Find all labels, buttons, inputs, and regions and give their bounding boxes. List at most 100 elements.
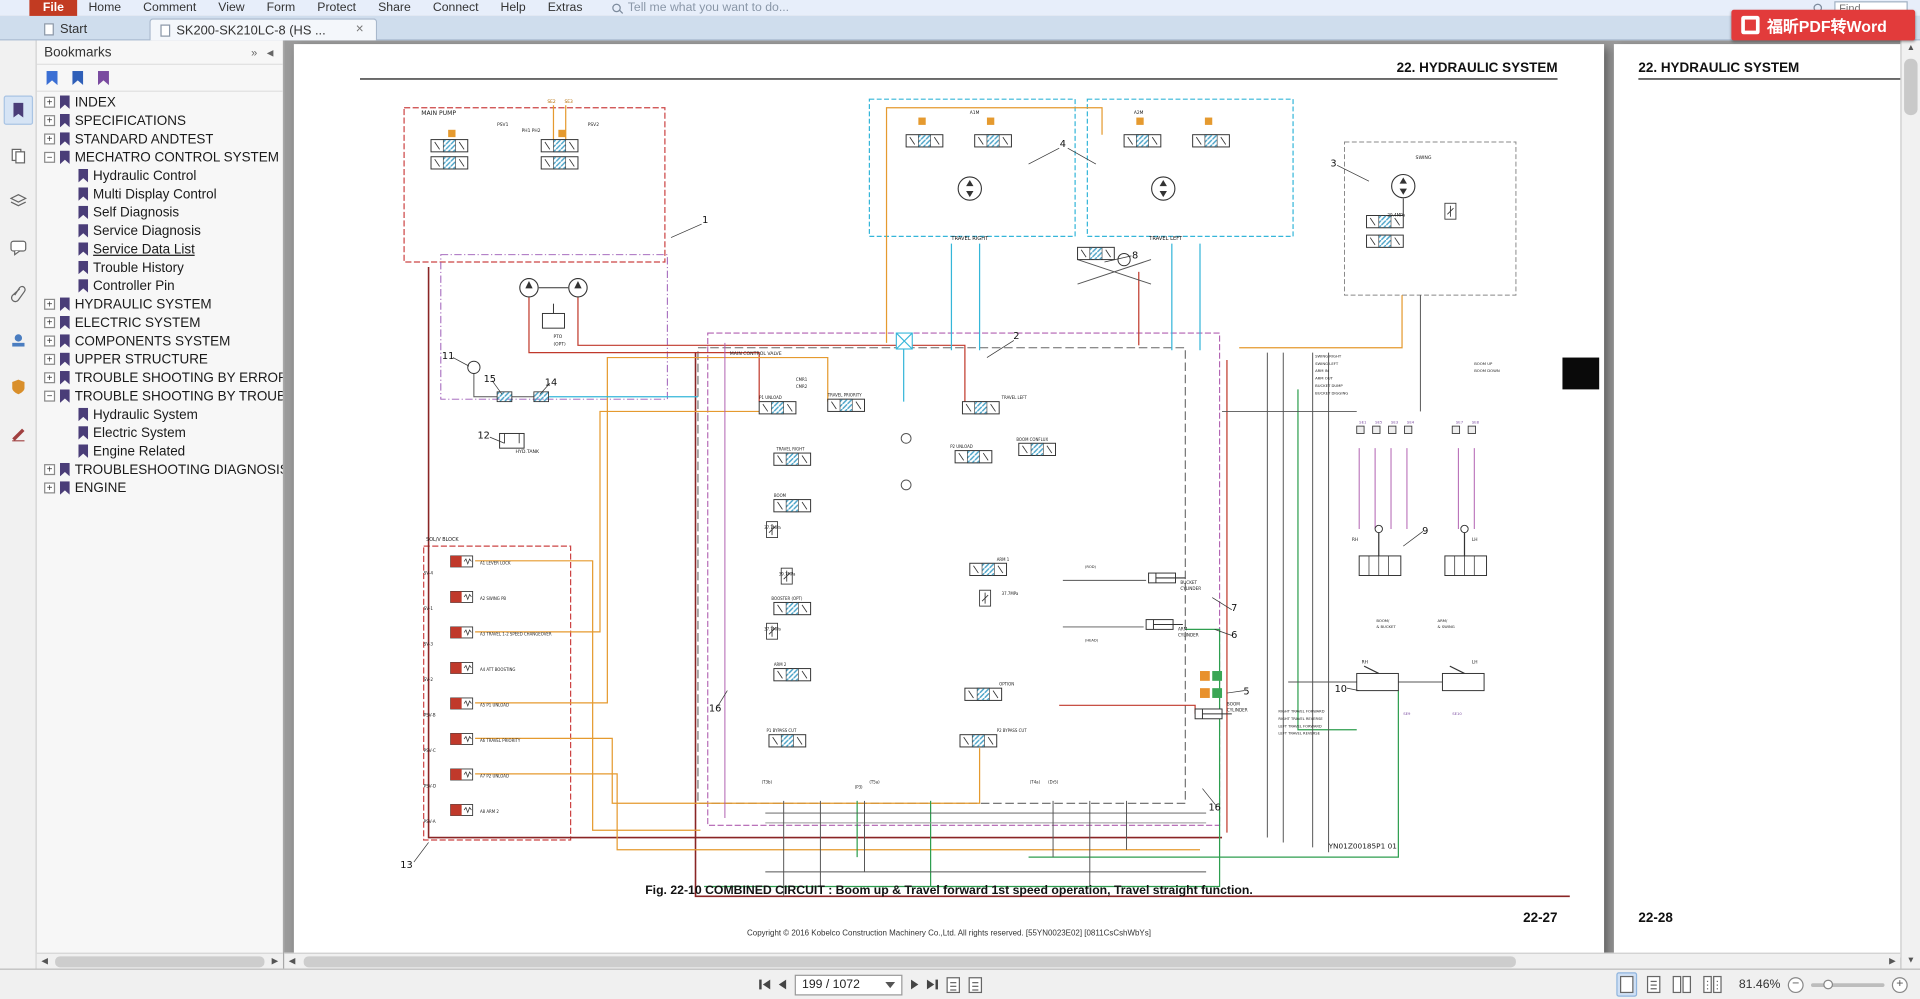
diagram-callout: 5 — [1243, 686, 1249, 697]
scroll-thumb[interactable] — [304, 956, 1516, 967]
file-menu[interactable]: File — [29, 0, 77, 16]
expand-current-bookmark-icon[interactable] — [47, 70, 58, 85]
document-hscrollbar[interactable]: ◀ ▶ — [284, 953, 1900, 969]
menu-extras[interactable]: Extras — [537, 0, 594, 16]
bookmark-item[interactable]: +HYDRAULIC SYSTEM — [37, 295, 283, 313]
scroll-left-icon[interactable]: ◀ — [284, 956, 300, 966]
expand-node-icon[interactable]: + — [44, 97, 55, 108]
bookmark-item[interactable]: +ENGINE — [37, 479, 283, 497]
first-page-button[interactable] — [759, 980, 770, 990]
bookmark-item[interactable]: Service Data List — [37, 240, 283, 258]
zoom-slider-thumb[interactable] — [1823, 979, 1833, 989]
bookmark-icon — [60, 371, 70, 384]
expand-node-icon[interactable]: + — [44, 133, 55, 144]
expand-node-icon[interactable]: + — [44, 317, 55, 328]
scroll-thumb[interactable] — [55, 956, 264, 967]
menu-view[interactable]: View — [207, 0, 255, 16]
bookmark-item[interactable]: Hydraulic System — [37, 405, 283, 423]
diagram-label: P1 BYPASS CUT — [767, 728, 797, 733]
diagram-label: RH — [1362, 660, 1368, 666]
facing-view-icon[interactable] — [1670, 973, 1693, 995]
collapse-panel-icon[interactable]: ◄ — [265, 46, 276, 58]
menu-share[interactable]: Share — [367, 0, 422, 16]
bookmark-label: Self Diagnosis — [93, 205, 179, 220]
page-number-input[interactable]: 199 / 1072 — [795, 974, 903, 995]
scroll-left-icon[interactable]: ◀ — [37, 956, 53, 966]
bookmark-item[interactable]: Electric System — [37, 424, 283, 442]
expand-node-icon[interactable]: + — [44, 115, 55, 126]
sidebar-stamps-icon[interactable] — [4, 326, 33, 355]
next-view-icon[interactable] — [969, 977, 982, 993]
menu-comment[interactable]: Comment — [132, 0, 207, 16]
scroll-right-icon[interactable]: ▶ — [267, 956, 283, 966]
bookmark-item[interactable]: Trouble History — [37, 258, 283, 276]
next-page-button[interactable] — [911, 980, 918, 990]
sidebar-attachments-icon[interactable] — [4, 279, 33, 308]
last-page-button[interactable] — [927, 980, 938, 990]
bookmark-options-icon[interactable] — [98, 70, 109, 85]
sidebar-comments-icon[interactable] — [4, 233, 33, 262]
scroll-down-icon[interactable]: ▼ — [1902, 953, 1920, 969]
menu-connect[interactable]: Connect — [422, 0, 490, 16]
bookmark-item[interactable]: Self Diagnosis — [37, 203, 283, 221]
scroll-thumb[interactable] — [1904, 59, 1917, 115]
assistant-search[interactable]: Tell me what you want to do... — [611, 1, 789, 14]
collapse-node-icon[interactable]: − — [44, 391, 55, 402]
bookmark-item[interactable]: Controller Pin — [37, 277, 283, 295]
zoom-out-button[interactable]: − — [1788, 977, 1804, 993]
zoom-in-button[interactable]: + — [1892, 977, 1908, 993]
zoom-slider[interactable] — [1811, 983, 1884, 987]
bookmark-item[interactable]: Multi Display Control — [37, 185, 283, 203]
sidebar-bookmarks-icon[interactable] — [4, 96, 33, 125]
bookmark-item[interactable]: +TROUBLESHOOTING DIAGNOSIS MODE — [37, 460, 283, 478]
bookmarks-hscrollbar[interactable]: ◀ ▶ — [37, 953, 283, 969]
single-page-view-icon[interactable] — [1616, 972, 1637, 996]
continuous-view-icon[interactable] — [1644, 973, 1662, 995]
circuit-boundaries — [404, 99, 1516, 840]
new-bookmark-icon[interactable] — [72, 70, 83, 85]
tab-document[interactable]: SK200-SK210LC-8 (HS ... × — [149, 18, 377, 40]
bookmark-item[interactable]: +TROUBLE SHOOTING BY ERROR CODE — [37, 369, 283, 387]
menu-help[interactable]: Help — [489, 0, 536, 16]
bookmark-item[interactable]: Engine Related — [37, 442, 283, 460]
section-edge-marker — [1562, 358, 1599, 390]
close-tab-icon[interactable]: × — [353, 23, 366, 36]
bookmark-item[interactable]: +INDEX — [37, 93, 283, 111]
collapse-node-icon[interactable]: − — [44, 152, 55, 163]
sidebar-signature-icon[interactable] — [4, 419, 33, 448]
bookmark-item[interactable]: +UPPER STRUCTURE — [37, 350, 283, 368]
document-canvas[interactable]: 22. HYDRAULIC SYSTEM — [284, 40, 1900, 968]
diagram-label: BOOM DOWN — [1474, 368, 1500, 373]
scroll-right-icon[interactable]: ▶ — [1884, 956, 1900, 966]
expand-node-icon[interactable]: + — [44, 372, 55, 383]
menu-form[interactable]: Form — [256, 0, 307, 16]
bookmark-item[interactable]: +ELECTRIC SYSTEM — [37, 313, 283, 331]
bookmark-item[interactable]: +SPECIFICATIONS — [37, 111, 283, 129]
bookmark-item[interactable]: +COMPONENTS SYSTEM — [37, 332, 283, 350]
pdf-to-word-badge[interactable]: 福昕PDF转Word — [1731, 10, 1915, 41]
bookmark-item[interactable]: Hydraulic Control — [37, 167, 283, 185]
bookmark-item[interactable]: Service Diagnosis — [37, 222, 283, 240]
document-vscrollbar[interactable]: ▲ ▼ — [1900, 40, 1920, 968]
diagram-label: SE2 — [547, 99, 556, 105]
expand-node-icon[interactable]: + — [44, 464, 55, 475]
sidebar-layers-icon[interactable] — [4, 186, 33, 215]
menu-protect[interactable]: Protect — [306, 0, 367, 16]
menu-home[interactable]: Home — [77, 0, 132, 16]
expand-node-icon[interactable]: + — [44, 336, 55, 347]
expand-node-icon[interactable]: + — [44, 299, 55, 310]
previous-view-icon[interactable] — [947, 977, 960, 993]
expand-node-icon[interactable]: + — [44, 482, 55, 493]
tab-start-label: Start — [60, 22, 87, 37]
tab-start[interactable]: Start — [34, 18, 147, 40]
bookmark-item[interactable]: +STANDARD ANDTEST — [37, 130, 283, 148]
expand-node-icon[interactable]: + — [44, 354, 55, 365]
book-view-icon[interactable] — [1701, 973, 1724, 995]
sidebar-security-icon[interactable] — [4, 372, 33, 401]
bookmark-item[interactable]: −MECHATRO CONTROL SYSTEM — [37, 148, 283, 166]
bookmark-item[interactable]: −TROUBLE SHOOTING BY TROUBLE — [37, 387, 283, 405]
expand-options-icon[interactable]: » — [251, 46, 257, 58]
sidebar-pages-icon[interactable] — [4, 141, 33, 170]
previous-page-button[interactable] — [779, 980, 786, 990]
scroll-up-icon[interactable]: ▲ — [1902, 40, 1920, 56]
